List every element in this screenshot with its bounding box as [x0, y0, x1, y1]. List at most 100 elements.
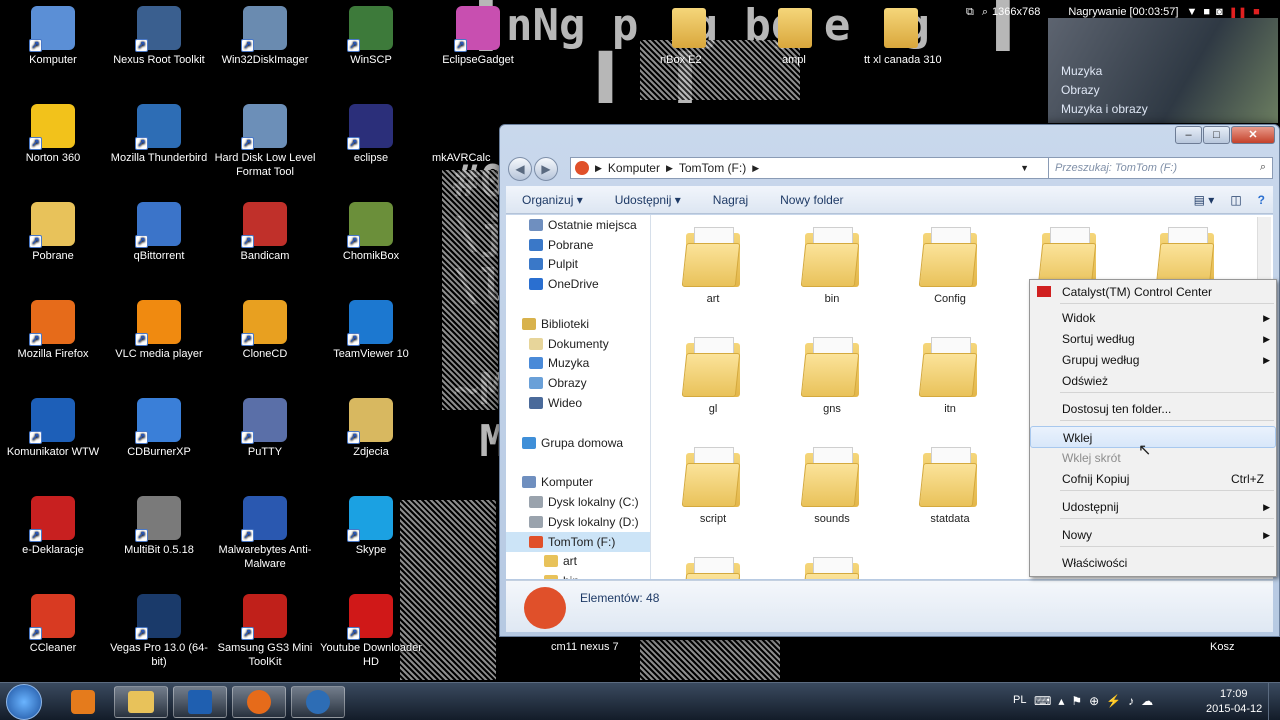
desktop-shortcut[interactable]: ↗ MultiBit 0.5.18: [106, 496, 212, 557]
nav-item[interactable]: Komputer: [506, 472, 650, 492]
nav-item[interactable]: Dysk lokalny (D:): [506, 512, 650, 532]
context-menu-item[interactable]: Widok ▶: [1030, 307, 1276, 329]
desktop-shortcut[interactable]: ↗ TeamViewer 10: [318, 300, 424, 361]
taskbar-thunderbird[interactable]: [291, 686, 345, 718]
breadcrumb-segment[interactable]: Komputer: [608, 161, 660, 175]
desktop-shortcut[interactable]: ↗ PuTTY: [212, 398, 318, 459]
address-dropdown-icon[interactable]: ▼: [1020, 163, 1049, 173]
folder-item[interactable]: Config: [905, 225, 995, 305]
nav-item[interactable]: Dysk lokalny (C:): [506, 492, 650, 512]
share-button[interactable]: Udostępnij ▾: [599, 193, 697, 207]
nav-item[interactable]: Pobrane: [506, 235, 650, 255]
preview-pane-icon[interactable]: ◫: [1222, 193, 1249, 207]
chevron-right-icon[interactable]: ▶: [666, 163, 673, 174]
desktop-shortcut[interactable]: ↗ e-Deklaracje: [0, 496, 106, 557]
context-menu-item[interactable]: Odśwież: [1030, 370, 1276, 392]
nav-item[interactable]: Dokumenty: [506, 334, 650, 354]
chevron-right-icon[interactable]: ▶: [752, 163, 759, 174]
pause-icon[interactable]: ❚❚: [1229, 6, 1247, 19]
desktop-shortcut[interactable]: ↗ Pobrane: [0, 202, 106, 263]
desktop-shortcut[interactable]: ↗ Nexus Root Toolkit: [106, 6, 212, 67]
folder-item[interactable]: art: [668, 225, 758, 305]
desktop-shortcut[interactable]: ↗ Norton 360: [0, 104, 106, 165]
context-menu-item[interactable]: Właściwości: [1030, 552, 1276, 574]
folder-item[interactable]: [787, 555, 877, 579]
maximize-button[interactable]: □: [1203, 126, 1230, 144]
media-center-gadget[interactable]: Muzyka Obrazy Muzyka i obrazy: [1048, 18, 1278, 123]
taskbar-outlook[interactable]: [173, 686, 227, 718]
organize-button[interactable]: Organizuj ▾: [506, 193, 599, 207]
show-desktop-button[interactable]: [1268, 683, 1280, 720]
desktop-label[interactable]: cm11 nexus 7: [551, 641, 619, 653]
context-menu-item[interactable]: Cofnij Kopiuj Ctrl+Z: [1030, 468, 1276, 490]
folder-item[interactable]: bin: [787, 225, 877, 305]
gadget-item[interactable]: Muzyka: [1061, 64, 1102, 78]
taskbar-firefox[interactable]: [232, 686, 286, 718]
record-icon[interactable]: ■: [1253, 6, 1260, 18]
desktop-shortcut[interactable]: ↗ CCleaner: [0, 594, 106, 655]
gadget-item[interactable]: Muzyka i obrazy: [1061, 102, 1148, 116]
desktop-shortcut[interactable]: ↗ ChomikBox: [318, 202, 424, 263]
clock-date[interactable]: 2015-04-12: [1206, 703, 1262, 715]
desktop-shortcut[interactable]: ↗ Bandicam: [212, 202, 318, 263]
desktop-shortcut[interactable]: ↗ Skype: [318, 496, 424, 557]
burn-button[interactable]: Nagraj: [697, 193, 764, 207]
folder-item[interactable]: script: [668, 445, 758, 525]
camera-icon[interactable]: ◙: [1216, 6, 1223, 18]
breadcrumb-segment[interactable]: TomTom (F:): [679, 161, 746, 175]
desktop-shortcut[interactable]: ↗ Win32DiskImager: [212, 6, 318, 67]
desktop-shortcut[interactable]: ↗ VLC media player: [106, 300, 212, 361]
language-indicator[interactable]: PL: [1013, 694, 1026, 706]
folder-icon[interactable]: [778, 8, 812, 48]
minimize-button[interactable]: –: [1175, 126, 1202, 144]
desktop-shortcut[interactable]: ↗ CloneCD: [212, 300, 318, 361]
folder-item[interactable]: itn: [905, 335, 995, 415]
taskbar-media-player[interactable]: [56, 686, 110, 718]
desktop-label[interactable]: Kosz: [1210, 641, 1234, 653]
context-menu-item[interactable]: Dostosuj ten folder...: [1030, 398, 1276, 420]
desktop-shortcut[interactable]: ↗ Malwarebytes Anti-Malware: [212, 496, 318, 571]
desktop-shortcut[interactable]: ↗ Vegas Pro 13.0 (64-bit): [106, 594, 212, 669]
address-bar[interactable]: ▶ Komputer ▶ TomTom (F:) ▶ ▼ ✕: [570, 157, 1071, 179]
dropdown-icon[interactable]: ▼: [1186, 6, 1197, 18]
nav-item[interactable]: Obrazy: [506, 373, 650, 393]
taskbar-explorer[interactable]: [114, 686, 168, 718]
context-menu-item[interactable]: Wklej: [1030, 426, 1276, 448]
nav-item[interactable]: Biblioteki: [506, 314, 650, 334]
desktop-shortcut[interactable]: ↗ Mozilla Thunderbird: [106, 104, 212, 165]
desktop-shortcut[interactable]: ↗ EclipseGadget: [425, 6, 531, 67]
nav-item[interactable]: Grupa domowa: [506, 433, 650, 453]
folder-item[interactable]: gns: [787, 335, 877, 415]
back-button[interactable]: ◀: [508, 157, 532, 181]
folder-icon[interactable]: [884, 8, 918, 48]
context-menu-item[interactable]: Udostępnij ▶: [1030, 496, 1276, 518]
search-icon[interactable]: ⌕: [1260, 161, 1266, 174]
context-menu-item[interactable]: Sortuj według ▶: [1030, 328, 1276, 350]
folder-item[interactable]: sounds: [787, 445, 877, 525]
start-button[interactable]: [6, 684, 42, 720]
context-menu-item[interactable]: Wklej skrót: [1030, 447, 1276, 469]
forward-button[interactable]: ▶: [534, 157, 558, 181]
nav-item[interactable]: Pulpit: [506, 255, 650, 275]
window-icon[interactable]: ⧉: [966, 6, 974, 19]
folder-item[interactable]: [668, 555, 758, 579]
desktop-label[interactable]: mkAVRCalc: [432, 152, 490, 164]
desktop-shortcut[interactable]: ↗ Komunikator WTW: [0, 398, 106, 459]
context-menu-item[interactable]: Grupuj według ▶: [1030, 349, 1276, 371]
folder-item[interactable]: statdata: [905, 445, 995, 525]
desktop-shortcut[interactable]: ↗ WinSCP: [318, 6, 424, 67]
nav-item[interactable]: bin: [506, 571, 650, 579]
navigation-pane[interactable]: Ostatnie miejsca Pobrane Pulpit OneDrive Bib…: [506, 215, 651, 579]
nav-item[interactable]: Muzyka: [506, 354, 650, 374]
help-icon[interactable]: ?: [1250, 193, 1273, 207]
clock-time[interactable]: 17:09: [1220, 688, 1248, 700]
close-button[interactable]: ✕: [1231, 126, 1275, 144]
nav-item[interactable]: Ostatnie miejsca: [506, 215, 650, 235]
nav-item[interactable]: OneDrive: [506, 274, 650, 294]
nav-item[interactable]: TomTom (F:): [506, 531, 650, 552]
folder-item[interactable]: gl: [668, 335, 758, 415]
folder-icon[interactable]: [672, 8, 706, 48]
desktop-shortcut[interactable]: ↗ Youtube Downloader HD: [318, 594, 424, 669]
gadget-item[interactable]: Obrazy: [1061, 83, 1100, 97]
desktop-shortcut[interactable]: ↗ Zdjecia: [318, 398, 424, 459]
